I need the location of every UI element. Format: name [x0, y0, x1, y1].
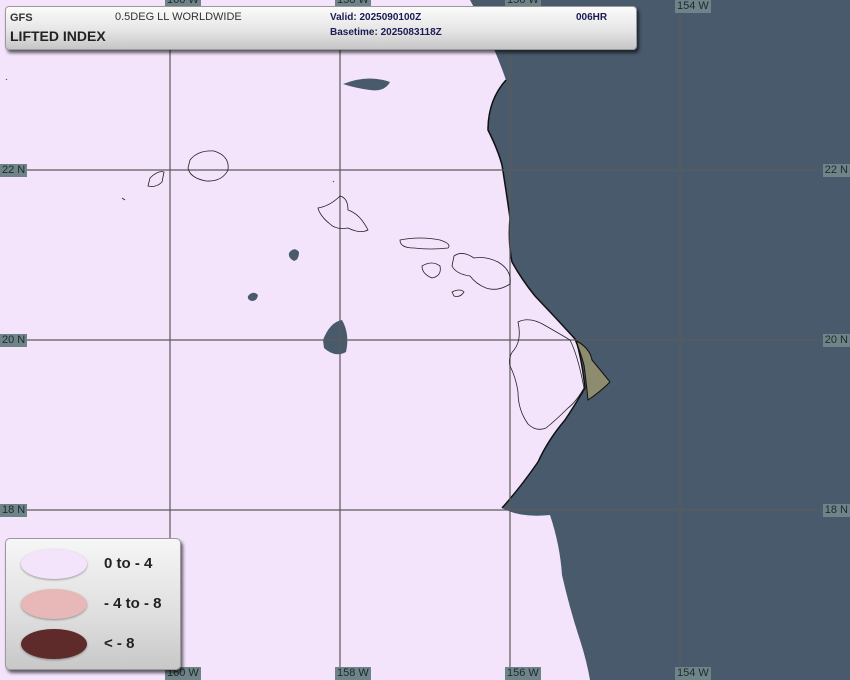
legend-label: - 4 to - 8 [104, 595, 162, 612]
legend-item: < - 8 [6, 625, 182, 665]
legend-swatch [21, 589, 87, 619]
grid-description: 0.5DEG LL WORLDWIDE [115, 11, 242, 23]
grid-label-lat-18-left: 18 N [0, 504, 28, 517]
grid-label-lat-18-right: 18 N [822, 504, 850, 517]
grid-label-lon-154-bottom: 154 W [675, 667, 711, 680]
grid-label-lat-22-right: 22 N [822, 164, 850, 177]
grid-label-lat-22-left: 22 N [0, 164, 28, 177]
legend-item: 0 to - 4 [6, 545, 182, 585]
valid-time: Valid: 2025090100Z [330, 12, 422, 23]
legend-item: - 4 to - 8 [6, 585, 182, 625]
grid-label-lon-156-bottom: 156 W [505, 667, 541, 680]
grid-label-lon-158-bottom: 158 W [335, 667, 371, 680]
legend-panel: 0 to - 4 - 4 to - 8 < - 8 [5, 538, 181, 670]
grid-label-lat-20-right: 20 N [822, 334, 850, 347]
legend-swatch [21, 629, 87, 659]
map-header-panel: GFS 0.5DEG LL WORLDWIDE Valid: 202509010… [5, 6, 637, 50]
grid-label-lon-154-top: 154 W [675, 0, 711, 13]
map-title: LIFTED INDEX [10, 28, 106, 44]
grid-label-lat-20-left: 20 N [0, 334, 28, 347]
base-time: Basetime: 2025083118Z [330, 27, 442, 38]
forecast-hour: 006HR [576, 12, 608, 23]
model-name: GFS [10, 12, 33, 24]
legend-label: 0 to - 4 [104, 555, 153, 572]
legend-swatch [21, 549, 87, 579]
legend-label: < - 8 [104, 635, 135, 652]
